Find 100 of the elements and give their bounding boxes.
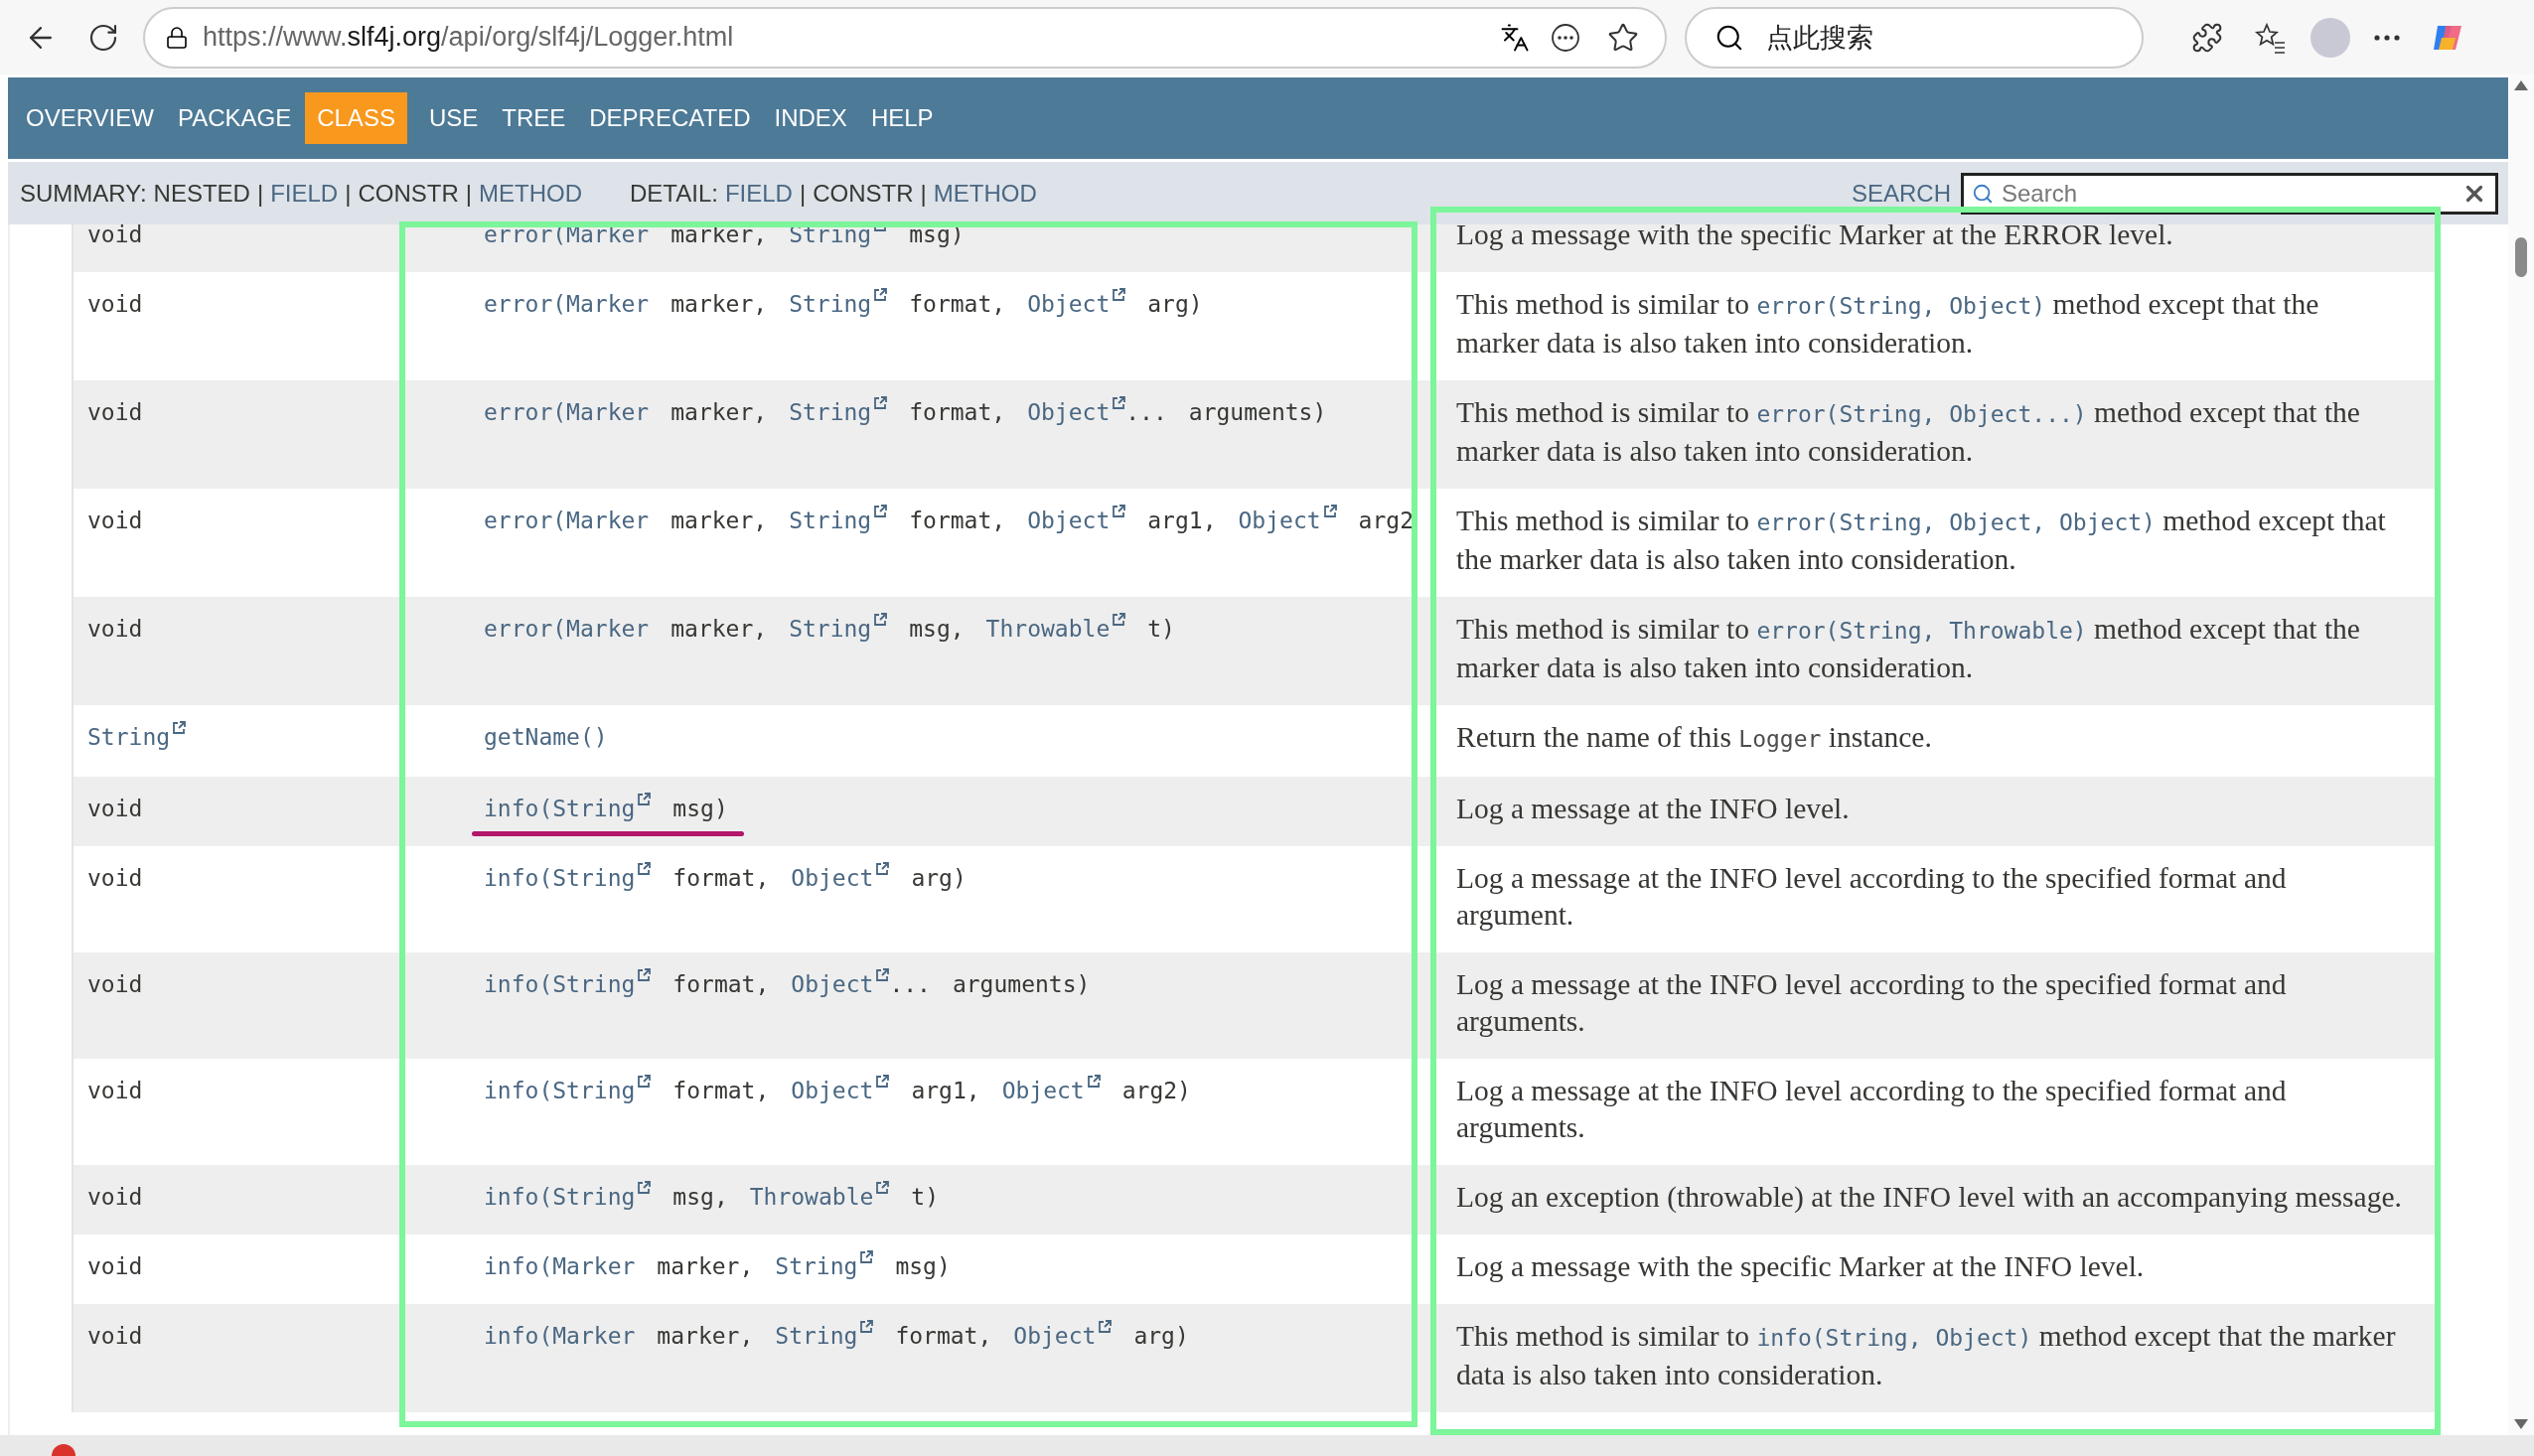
method-name-link[interactable]: info( <box>484 1318 553 1355</box>
parameter-text: format, <box>671 1077 770 1105</box>
nav-tab[interactable]: TREE <box>490 92 578 144</box>
type-link[interactable]: String <box>767 394 888 431</box>
method-reference-link[interactable]: error(String, Object, Object) <box>1756 510 2156 535</box>
type-link[interactable]: Object <box>1005 286 1126 323</box>
parameter-text: arg2 <box>1357 507 1414 535</box>
external-link-icon <box>637 1181 652 1195</box>
type-link[interactable]: String <box>753 1318 874 1355</box>
nav-link[interactable]: METHOD <box>933 179 1037 208</box>
type-link[interactable]: Object <box>1005 503 1126 539</box>
type-link[interactable]: Marker <box>566 286 650 323</box>
method-description: This method is similar to error(String, Object) method except that the marker data is also taken into consideration. <box>1456 287 2320 361</box>
type-link[interactable]: String <box>552 1179 652 1216</box>
parameter-text: arg2) <box>1120 1077 1191 1105</box>
nav-text: NESTED <box>153 179 250 208</box>
nav-tab[interactable]: PACKAGE <box>165 92 304 144</box>
type-link[interactable]: Marker <box>552 1248 636 1285</box>
type-link[interactable]: String <box>767 286 888 323</box>
app-icon <box>52 1444 75 1456</box>
method-name-link[interactable]: info( <box>484 966 553 1003</box>
type-link[interactable]: String <box>552 1073 652 1109</box>
scroll-down-icon[interactable] <box>2514 1419 2528 1429</box>
type-link[interactable]: Marker <box>552 1318 636 1355</box>
method-name-link[interactable]: getName() <box>484 719 608 756</box>
method-name-link[interactable]: error( <box>484 611 567 648</box>
type-link[interactable]: Object <box>1216 503 1337 539</box>
type-link[interactable]: String <box>767 611 888 648</box>
nav-tab[interactable]: OVERVIEW <box>14 92 166 144</box>
method-name-link[interactable]: info( <box>484 1179 553 1216</box>
type-link[interactable]: String <box>767 503 888 539</box>
type-link[interactable]: String <box>753 1248 874 1285</box>
external-link-icon <box>172 721 187 735</box>
return-type: void <box>87 1077 143 1105</box>
external-link-icon <box>873 396 888 410</box>
type-link[interactable]: Object <box>769 860 890 897</box>
external-link-icon <box>873 613 888 627</box>
method-name-link[interactable]: info( <box>484 791 553 827</box>
type-link[interactable]: Object <box>991 1318 1113 1355</box>
parameter-text: marker, <box>670 507 768 535</box>
method-description: This method is similar to error(String, Object...) method except that the marker data is also taken into consideration. <box>1456 395 2361 469</box>
nav-link[interactable]: FIELD <box>270 179 339 208</box>
nav-tab[interactable]: HELP <box>858 92 946 144</box>
return-type: void <box>87 507 143 535</box>
parameter-text: arguments) <box>951 970 1091 999</box>
type-link[interactable]: String <box>552 791 652 827</box>
return-type: void <box>87 1183 143 1212</box>
parameter-text: format, <box>908 398 1006 427</box>
type-link[interactable]: Object <box>769 966 890 1003</box>
nav-tab[interactable]: DEPRECATED <box>577 92 763 144</box>
type-link[interactable]: String <box>552 966 652 1003</box>
scroll-up-icon[interactable] <box>2514 80 2528 90</box>
method-reference-link[interactable]: error(String, Throwable) <box>1756 618 2087 644</box>
return-type: void <box>87 864 143 893</box>
nav-text: CONSTR <box>813 179 914 208</box>
lock-icon <box>165 25 189 50</box>
nav-label: SUMMARY: <box>20 179 147 208</box>
type-link[interactable]: String <box>87 719 187 756</box>
method-name-link[interactable]: error( <box>484 224 567 253</box>
type-link[interactable]: Object <box>979 1073 1101 1109</box>
parameter-text: format, <box>908 290 1006 319</box>
nav-link[interactable]: METHOD <box>479 179 582 208</box>
type-link[interactable]: Marker <box>566 394 650 431</box>
browser-search-field[interactable]: 点此搜索 <box>1685 6 2144 69</box>
type-link[interactable]: Object <box>769 1073 890 1109</box>
method-name-link[interactable]: error( <box>484 286 567 323</box>
method-reference-link[interactable]: info(String, Object) <box>1756 1325 2032 1351</box>
nav-tab[interactable]: INDEX <box>762 92 859 144</box>
method-reference-link[interactable]: error(String, Object) <box>1756 293 2046 319</box>
type-link[interactable]: String <box>552 860 652 897</box>
scroll-thumb[interactable] <box>2515 237 2527 277</box>
type-link[interactable]: Throwable <box>964 611 1126 648</box>
method-description: This method is similar to error(String, Throwable) method except that the marker data is also taken into consideration. <box>1456 612 2361 685</box>
type-link[interactable]: Object <box>1005 394 1126 431</box>
address-bar[interactable]: https://www.slf4j.org/api/org/slf4j/Logger.html <box>143 6 1667 69</box>
nav-tab[interactable]: USE <box>416 92 491 144</box>
method-name-link[interactable]: info( <box>484 860 553 897</box>
external-link-icon <box>1112 613 1126 627</box>
return-type: void <box>87 615 143 644</box>
parameter-text: msg) <box>671 795 728 823</box>
translate-icon[interactable] <box>1500 22 1530 53</box>
method-name-link[interactable]: error( <box>484 394 567 431</box>
return-type: void <box>87 970 143 999</box>
return-type: void <box>87 290 143 319</box>
separator-text: | <box>345 179 352 208</box>
parameter-text: format, <box>894 1322 992 1351</box>
scrollbar[interactable] <box>2508 74 2534 1435</box>
return-type: void <box>87 224 143 249</box>
type-link[interactable]: Marker <box>566 611 650 648</box>
method-description: Log a message at the INFO level according to the specified format and arguments. <box>1456 1074 2288 1145</box>
type-link[interactable]: Throwable <box>727 1179 890 1216</box>
nav-link[interactable]: FIELD <box>724 179 793 208</box>
parameter-text: arg) <box>1132 1322 1189 1351</box>
method-name-link[interactable]: info( <box>484 1073 553 1109</box>
method-name-link[interactable]: info( <box>484 1248 553 1285</box>
method-reference-link[interactable]: error(String, Object...) <box>1756 401 2087 427</box>
type-link[interactable]: Marker <box>566 503 650 539</box>
external-link-icon <box>873 505 888 518</box>
method-description: Log a message at the INFO level according to the specified format and arguments. <box>1456 967 2288 1039</box>
method-name-link[interactable]: error( <box>484 503 567 539</box>
